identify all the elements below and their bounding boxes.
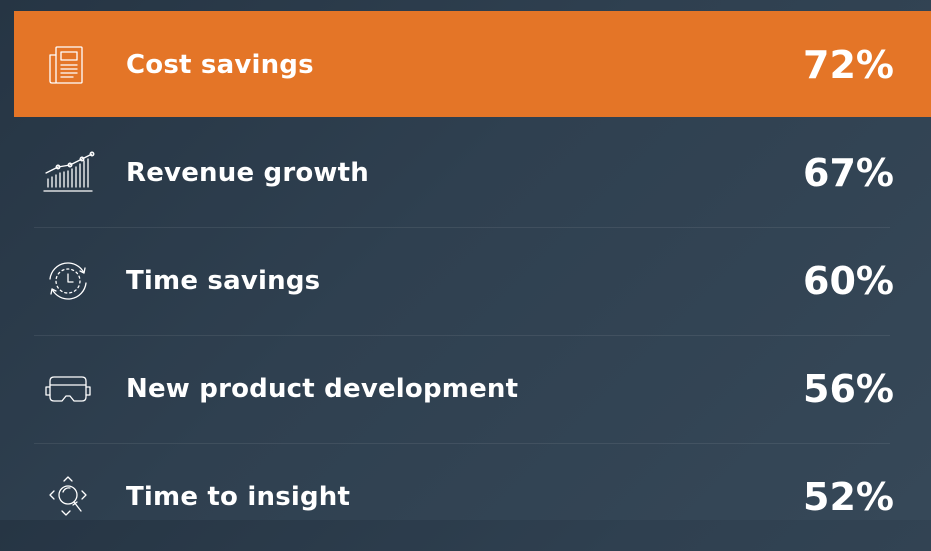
stat-value: 52% — [803, 475, 894, 519]
stat-label: Time to insight — [126, 482, 351, 512]
stat-label: Revenue growth — [126, 158, 369, 188]
stat-row-time-savings: Time savings 60% — [34, 227, 894, 335]
ranked-stat-list: Cost savings 72% Revenue growth 67% Time… — [0, 0, 931, 520]
stat-value: 67% — [803, 151, 894, 195]
stat-value: 72% — [803, 43, 894, 87]
stat-label: Time savings — [126, 266, 321, 296]
clock-cycle-icon — [40, 259, 96, 303]
stat-value: 56% — [803, 367, 894, 411]
stat-value: 60% — [803, 259, 894, 303]
stat-row-time-to-insight: Time to insight 52% — [34, 443, 894, 551]
newspaper-icon — [40, 43, 96, 87]
growth-chart-icon — [40, 151, 96, 195]
vr-headset-icon — [40, 367, 96, 411]
stat-row-cost-savings: Cost savings 72% — [14, 11, 931, 119]
stat-row-revenue-growth: Revenue growth 67% — [34, 119, 894, 227]
stat-label: New product development — [126, 374, 519, 404]
stat-row-new-product-development: New product development 56% — [34, 335, 894, 443]
magnifier-icon — [40, 475, 96, 519]
stat-label: Cost savings — [126, 50, 314, 80]
